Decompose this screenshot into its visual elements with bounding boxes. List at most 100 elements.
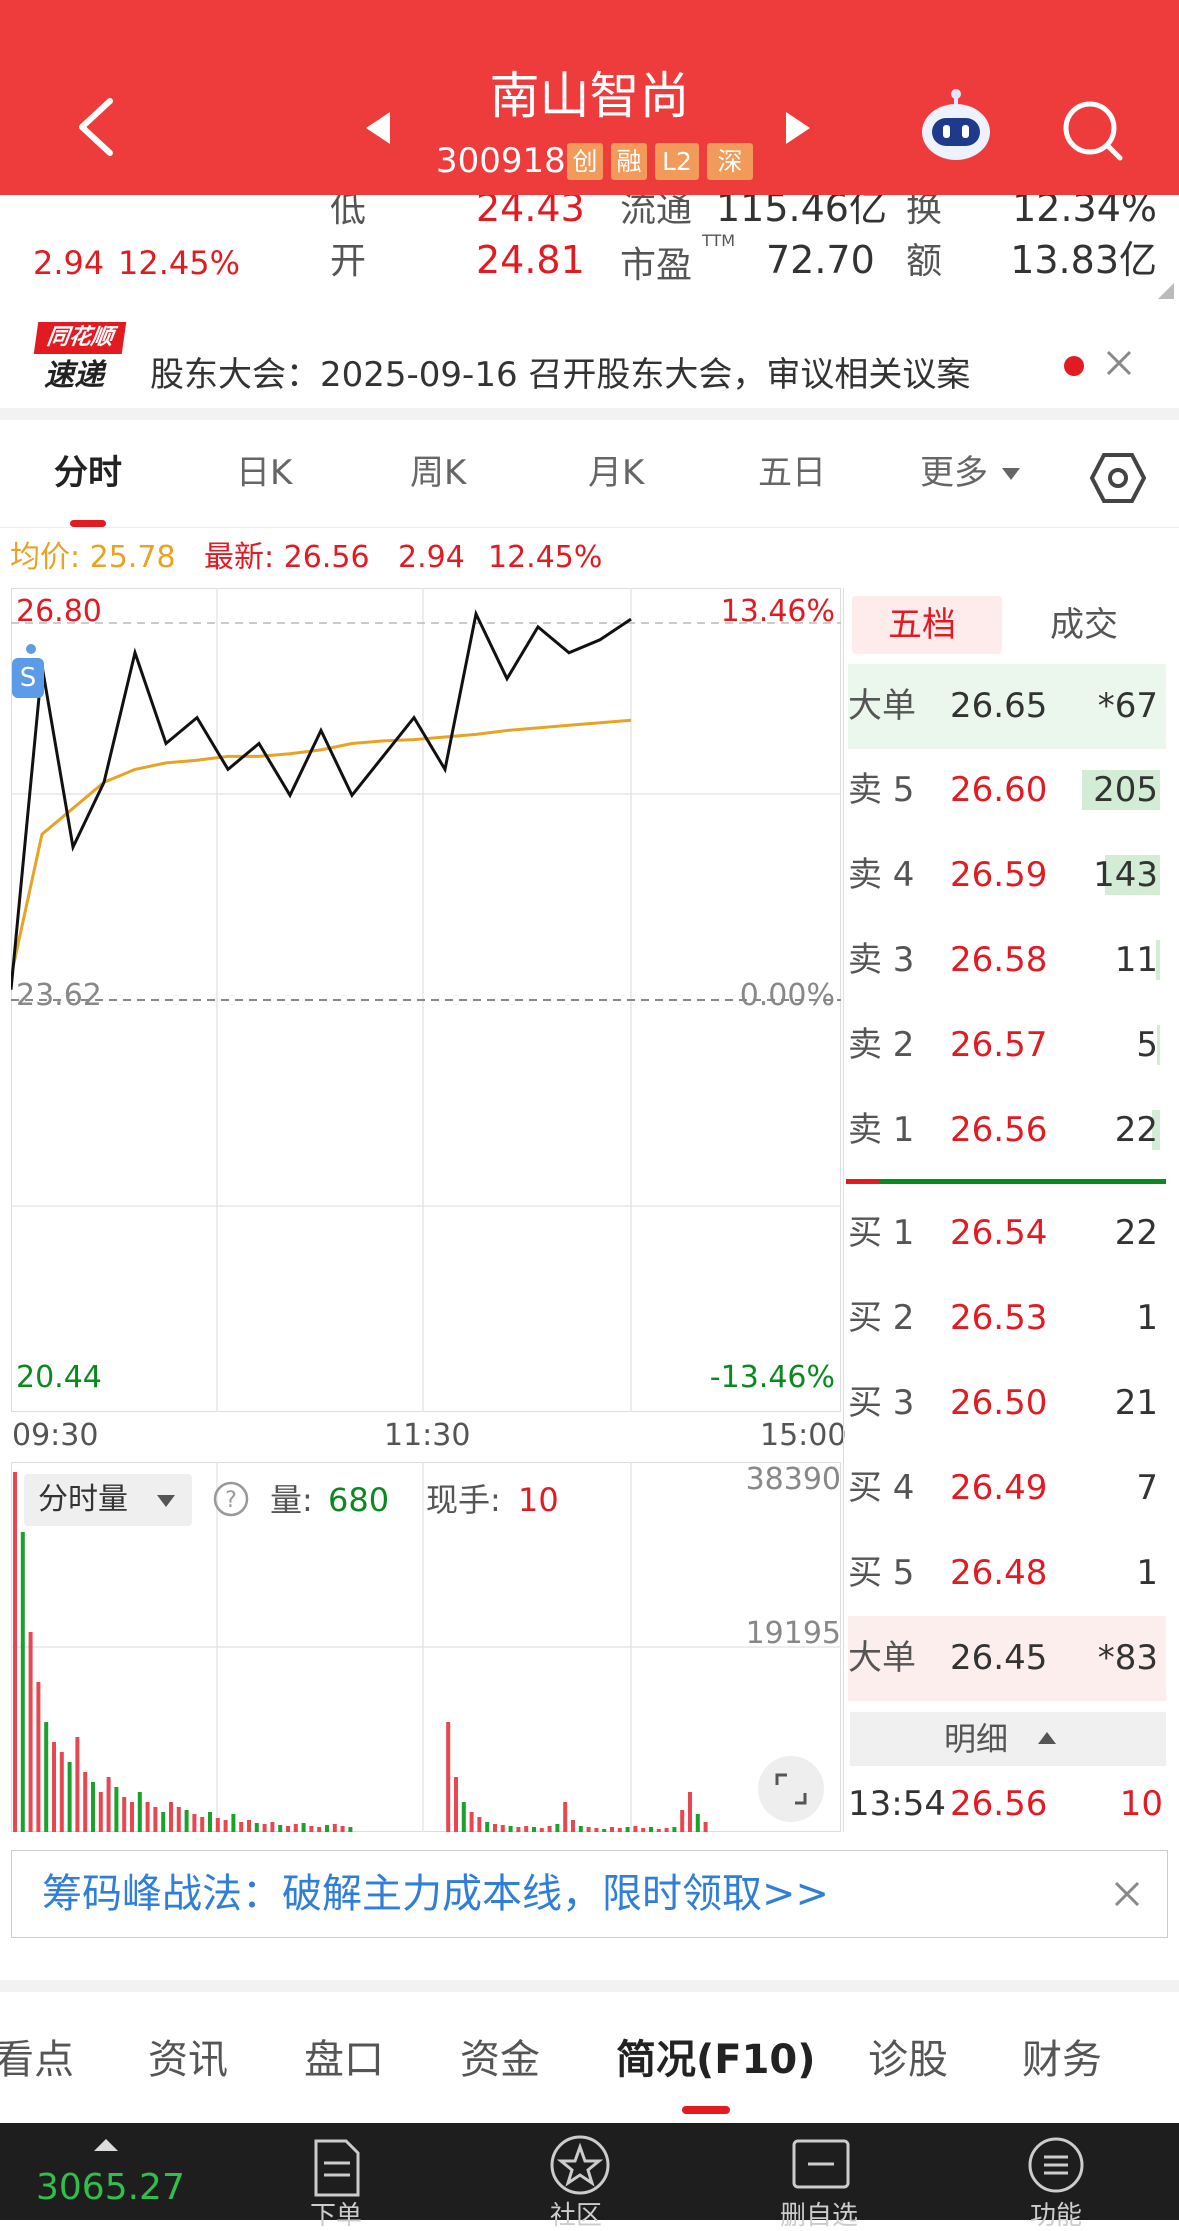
ask-price: 26.56 — [950, 1110, 1048, 1150]
volume-bar — [493, 1824, 497, 1832]
fullscreen-button[interactable] — [758, 1756, 824, 1822]
ask-price: 26.58 — [950, 940, 1048, 980]
low-label: 低 — [330, 195, 367, 230]
ask-row: 卖 2 26.57 5 — [848, 1003, 1166, 1088]
volume-bar — [28, 1632, 33, 1832]
tab-trades[interactable]: 成交 — [1050, 600, 1118, 650]
volume-bar — [469, 1812, 474, 1832]
ask-row: 卖 1 26.56 22 — [848, 1088, 1166, 1173]
volume-bar — [44, 1722, 49, 1832]
volume-bar — [130, 1802, 134, 1832]
bottom-dock: 3065.27 下单 社区 删自选 功能 — [0, 2123, 1179, 2231]
ths-logo-bottom: 速递 — [44, 358, 104, 393]
volume-bar — [563, 1802, 568, 1832]
volume-bar — [262, 1824, 267, 1832]
pe-label: 市盈 — [620, 245, 693, 286]
tab-monthly-k[interactable]: 月K — [588, 448, 644, 498]
volume-bar — [293, 1824, 298, 1832]
ask-price: 26.59 — [950, 855, 1048, 895]
dock-label-order: 下单 — [310, 2201, 363, 2231]
volume-bar — [547, 1826, 552, 1832]
volume-selector[interactable]: 分时量 — [24, 1474, 192, 1526]
tab-five-day[interactable]: 五日 — [758, 448, 826, 498]
tab-highlights[interactable]: 看点 — [0, 2030, 74, 2090]
bid-row: 买 3 26.50 21 — [848, 1361, 1166, 1446]
volume-bar — [169, 1802, 173, 1832]
next-stock-icon[interactable] — [782, 108, 814, 148]
expand-corner-icon[interactable] — [1158, 283, 1174, 299]
open-label: 开 — [330, 241, 367, 282]
turnover-value: 12.34% — [1012, 195, 1157, 230]
volume-bar — [215, 1818, 220, 1832]
ask-label: 卖 3 — [848, 940, 915, 980]
volume-bar — [500, 1825, 505, 1832]
tab-market[interactable]: 盘口 — [304, 2030, 384, 2090]
volume-bar — [59, 1752, 64, 1832]
volume-bar — [602, 1829, 607, 1832]
promo-banner[interactable]: 筹码峰战法：破解主力成本线，限时领取>> — [11, 1850, 1168, 1938]
close-icon[interactable] — [1104, 348, 1134, 378]
volume-bar — [106, 1777, 111, 1832]
tab-weekly-k[interactable]: 周K — [410, 448, 466, 498]
amount-label: 额 — [906, 241, 943, 282]
volume-bar — [239, 1822, 244, 1832]
float-value: 115.46亿 — [716, 195, 887, 230]
tab-five-levels[interactable]: 五档 — [888, 600, 956, 650]
chevron-up-icon[interactable] — [92, 2137, 120, 2153]
tab-finance[interactable]: 财务 — [1022, 2030, 1102, 2090]
tab-more[interactable]: 更多 — [920, 448, 988, 498]
volume-bar — [317, 1827, 322, 1832]
volume-bar — [309, 1826, 314, 1832]
volume-bar — [594, 1828, 599, 1832]
pe-value: 72.70 — [766, 238, 875, 282]
pct-label-mid: 0.00% — [739, 978, 835, 1013]
bid-label: 买 2 — [848, 1298, 915, 1338]
bid-volume: 22 — [1114, 1213, 1158, 1253]
news-ticker[interactable]: 同花顺 速递 股东大会：2025-09-16 召开股东大会，审议相关议案 — [0, 308, 1179, 408]
search-icon[interactable] — [1058, 96, 1128, 166]
volume-bar — [200, 1817, 205, 1832]
hand-value: 10 — [518, 1481, 559, 1519]
y-label-bottom: 20.44 — [16, 1360, 102, 1395]
menu-icon[interactable] — [1026, 2135, 1086, 2195]
tab-news[interactable]: 资讯 — [148, 2030, 228, 2090]
remove-watchlist-icon[interactable] — [790, 2137, 852, 2191]
robot-assistant-icon[interactable] — [916, 88, 996, 168]
active-tab-indicator — [682, 2106, 730, 2114]
volume-bar — [20, 1532, 25, 1832]
volume-bar — [231, 1814, 236, 1832]
grid-lines — [11, 588, 841, 1412]
tab-funds[interactable]: 资金 — [460, 2030, 540, 2090]
tab-timeshare[interactable]: 分时 — [54, 448, 122, 498]
volume-bar — [278, 1825, 283, 1832]
volume-bar — [91, 1782, 95, 1832]
tab-f10[interactable]: 简况(F10) — [616, 2030, 816, 2090]
volume-bar — [325, 1825, 329, 1832]
volume-bar — [153, 1807, 158, 1832]
change-value: 2.94 — [33, 244, 105, 282]
chart-tabs: 分时 日K 周K 月K 五日 更多 — [0, 420, 1179, 528]
ask-price: 26.60 — [950, 770, 1048, 810]
order-icon[interactable] — [310, 2137, 364, 2199]
index-value[interactable]: 3065.27 — [36, 2163, 185, 2213]
help-icon[interactable]: ? — [212, 1480, 250, 1518]
tab-daily-k[interactable]: 日K — [236, 448, 292, 498]
bid-price: 26.48 — [950, 1553, 1048, 1593]
hand-label: 现手: — [426, 1481, 501, 1519]
bid-volume: 7 — [1136, 1468, 1158, 1508]
volume-bar — [247, 1820, 251, 1832]
unread-dot — [1064, 356, 1084, 376]
ths-logo-top: 同花顺 — [33, 322, 127, 354]
price-chart[interactable] — [11, 588, 841, 1412]
volume-bar — [641, 1828, 646, 1832]
volume-bar — [571, 1820, 575, 1832]
s-marker-badge[interactable]: S — [12, 658, 44, 698]
community-icon[interactable] — [548, 2133, 612, 2197]
tab-diagnosis[interactable]: 诊股 — [868, 2030, 948, 2090]
close-icon[interactable] — [1112, 1879, 1142, 1909]
tag-l2: L2 — [655, 143, 699, 180]
detail-toggle[interactable]: 明细 — [850, 1712, 1166, 1766]
ask-row: 卖 5 26.60 205 — [848, 748, 1166, 833]
ask-price: 26.57 — [950, 1025, 1048, 1065]
settings-icon[interactable] — [1090, 450, 1146, 506]
